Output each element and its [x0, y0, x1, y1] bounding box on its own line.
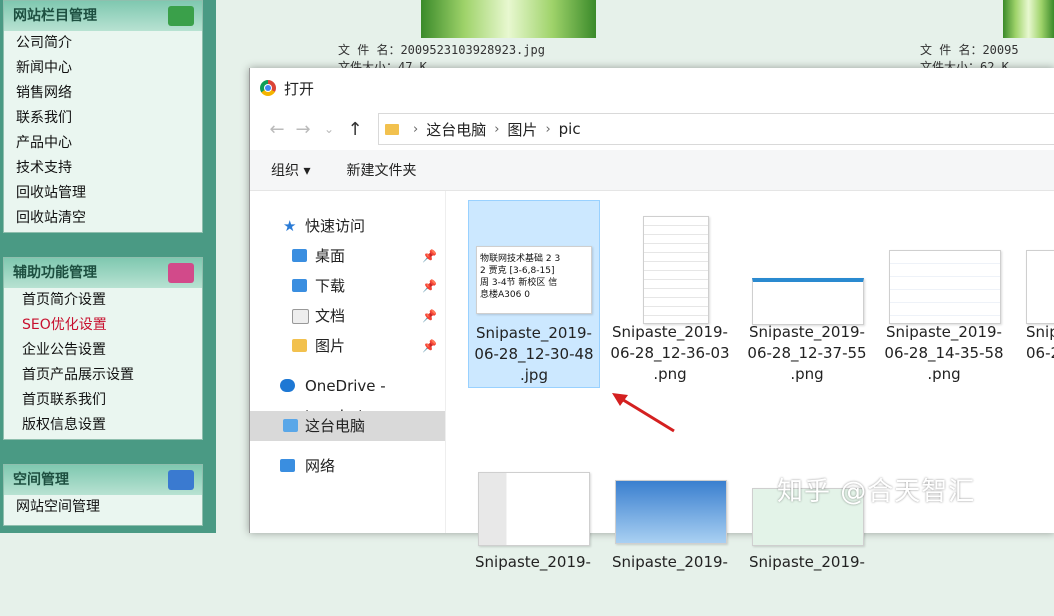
dialog-titlebar: 打开	[250, 68, 1054, 108]
file-name: Snipaste_2019-	[749, 553, 865, 571]
file-name: Snipaste_2019- 06-28_14-35-58 .png	[884, 323, 1004, 383]
organize-button[interactable]: 组织 ▾	[271, 160, 310, 180]
background-thumbnail	[1003, 0, 1054, 38]
back-arrow-icon[interactable]: ←	[264, 119, 290, 140]
nav-pictures[interactable]: 图片 📌	[250, 331, 445, 361]
image-thumbnail: 物联网技术基础 2 3 2 贾克 [3-6,8-15] 周 3-4节 新校区 信…	[476, 211, 592, 321]
menu-item-home-products[interactable]: 首页产品展示设置	[4, 363, 202, 388]
nav-network[interactable]: 网络	[250, 451, 445, 481]
file-name: Snipaste_2019- 06-28_12-37-55 .png	[747, 323, 867, 383]
pin-icon[interactable]: 📌	[422, 301, 437, 331]
forward-arrow-icon[interactable]: →	[290, 119, 316, 140]
nav-bar: ← → ⌄ ↑ › 这台电脑 › 图片 › pic	[250, 108, 1054, 150]
file-item[interactable]: Snipaste_2019- 06-28_14-35-58 .png	[879, 200, 1009, 386]
file-name: Snipaste_2019-	[475, 553, 591, 571]
image-thumbnail	[615, 440, 727, 550]
panel-auxiliary: 辅助功能管理 首页简介设置 SEO优化设置 企业公告设置 首页产品展示设置 首页…	[3, 257, 203, 440]
menu-item-recycle-clear[interactable]: 回收站清空	[4, 206, 202, 231]
image-thumbnail	[478, 440, 590, 550]
breadcrumb-pic[interactable]: pic	[559, 120, 581, 138]
file-name: Snipaste_2019- 06-28_12-30-48 .jpg	[474, 324, 594, 384]
chevron-right-icon: ›	[545, 121, 551, 137]
command-toolbar: 组织 ▾ 新建文件夹	[250, 150, 1054, 191]
file-name: Snipaste_2019- 06-28_12-36-03 .png	[610, 323, 730, 383]
nav-documents[interactable]: 文档 📌	[250, 301, 445, 331]
pin-icon[interactable]: 📌	[422, 241, 437, 271]
menu-item-seo[interactable]: SEO优化设置	[4, 313, 202, 338]
file-item[interactable]: Snipaste_2019- 06-28_12-36-03 .png	[605, 200, 735, 386]
list-icon	[168, 470, 194, 490]
file-item[interactable]: Snipaste_2019-	[605, 430, 735, 616]
menu-item-products[interactable]: 产品中心	[4, 131, 202, 156]
file-name: Snip 06-2	[1026, 323, 1054, 362]
address-bar[interactable]: › 这台电脑 › 图片 › pic	[378, 113, 1054, 145]
nav-onedrive[interactable]: OneDrive - tp.edu.t	[250, 371, 445, 425]
menu-item-web-space[interactable]: 网站空间管理	[4, 495, 202, 520]
desktop-icon	[292, 249, 307, 262]
menu-item-copyright[interactable]: 版权信息设置	[4, 413, 202, 438]
menu-item-news[interactable]: 新闻中心	[4, 56, 202, 81]
key-icon	[168, 263, 194, 283]
menu-item-company-intro[interactable]: 公司简介	[4, 31, 202, 56]
file-item[interactable]: Snipaste_2019-	[468, 430, 598, 616]
panel-title: 辅助功能管理	[4, 258, 202, 288]
image-thumbnail	[889, 210, 1001, 324]
picture-icon	[292, 339, 307, 352]
breadcrumb-this-pc[interactable]: 这台电脑	[426, 119, 486, 140]
download-icon	[292, 279, 307, 292]
menu-item-sales-network[interactable]: 销售网络	[4, 81, 202, 106]
panel-space: 空间管理 网站空间管理	[3, 464, 203, 526]
file-item[interactable]: Snip 06-2	[1016, 200, 1054, 386]
computer-icon	[283, 419, 298, 432]
menu-item-contact[interactable]: 联系我们	[4, 106, 202, 131]
file-name: Snipaste_2019-	[612, 553, 728, 571]
nav-quick-access[interactable]: ★ 快速访问	[250, 211, 445, 241]
file-item[interactable]: Snipaste_2019- 06-28_12-37-55 .png	[742, 200, 872, 386]
menu-item-home-contact[interactable]: 首页联系我们	[4, 388, 202, 413]
menu-item-home-intro[interactable]: 首页简介设置	[4, 288, 202, 313]
chevron-right-icon: ›	[413, 121, 419, 137]
image-thumbnail	[1026, 210, 1054, 324]
panel-site-columns: 网站栏目管理 公司简介 新闻中心 销售网络 联系我们 产品中心 技术支持 回收站…	[3, 0, 203, 233]
up-arrow-icon[interactable]: ↑	[342, 119, 368, 140]
bg-file-name: 文 件 名：20095	[920, 43, 1019, 57]
file-item[interactable]: 物联网技术基础 2 3 2 贾克 [3-6,8-15] 周 3-4节 新校区 信…	[468, 200, 600, 388]
navigation-pane: ★ 快速访问 桌面 📌 下载 📌 文档 📌 图片 📌 OneDrive - tp…	[250, 191, 445, 533]
cloud-icon	[280, 379, 295, 392]
pane-divider	[445, 191, 446, 533]
document-icon	[292, 309, 309, 324]
menu-item-announcement[interactable]: 企业公告设置	[4, 338, 202, 363]
panel-title: 网站栏目管理	[4, 1, 202, 31]
network-icon	[280, 459, 295, 472]
folder-icon	[385, 123, 399, 135]
gear-icon	[168, 6, 194, 26]
new-folder-button[interactable]: 新建文件夹	[346, 160, 416, 180]
dialog-title: 打开	[284, 79, 315, 98]
bg-file-name: 文 件 名：2009523103928923.jpg	[338, 43, 545, 57]
menu-item-recycle-bin[interactable]: 回收站管理	[4, 181, 202, 206]
menu-item-tech-support[interactable]: 技术支持	[4, 156, 202, 181]
breadcrumb-pictures[interactable]: 图片	[507, 119, 537, 140]
chevron-right-icon: ›	[494, 121, 500, 137]
admin-sidebar: 网站栏目管理 公司简介 新闻中心 销售网络 联系我们 产品中心 技术支持 回收站…	[0, 0, 216, 533]
watermark: 知乎 @合天智汇	[777, 477, 976, 507]
thumbnail-text: 物联网技术基础 2 3 2 贾克 [3-6,8-15] 周 3-4节 新校区 信…	[480, 254, 561, 300]
file-item[interactable]: Snipaste_2019-	[742, 430, 872, 616]
background-thumbnail	[421, 0, 596, 38]
pin-icon[interactable]: 📌	[422, 271, 437, 301]
chrome-icon	[260, 80, 276, 96]
nav-desktop[interactable]: 桌面 📌	[250, 241, 445, 271]
chevron-down-icon[interactable]: ⌄	[316, 122, 342, 136]
image-thumbnail	[615, 210, 725, 324]
pin-icon[interactable]: 📌	[422, 331, 437, 361]
annotation-arrow-icon	[612, 393, 675, 433]
panel-title: 空间管理	[4, 465, 202, 495]
open-file-dialog: 打开 ← → ⌄ ↑ › 这台电脑 › 图片 › pic 组织 ▾ 新建文件夹 …	[249, 68, 1054, 571]
image-thumbnail	[752, 210, 864, 325]
star-icon: ★	[283, 217, 297, 235]
nav-downloads[interactable]: 下载 📌	[250, 271, 445, 301]
nav-this-pc[interactable]: 这台电脑	[250, 411, 445, 441]
